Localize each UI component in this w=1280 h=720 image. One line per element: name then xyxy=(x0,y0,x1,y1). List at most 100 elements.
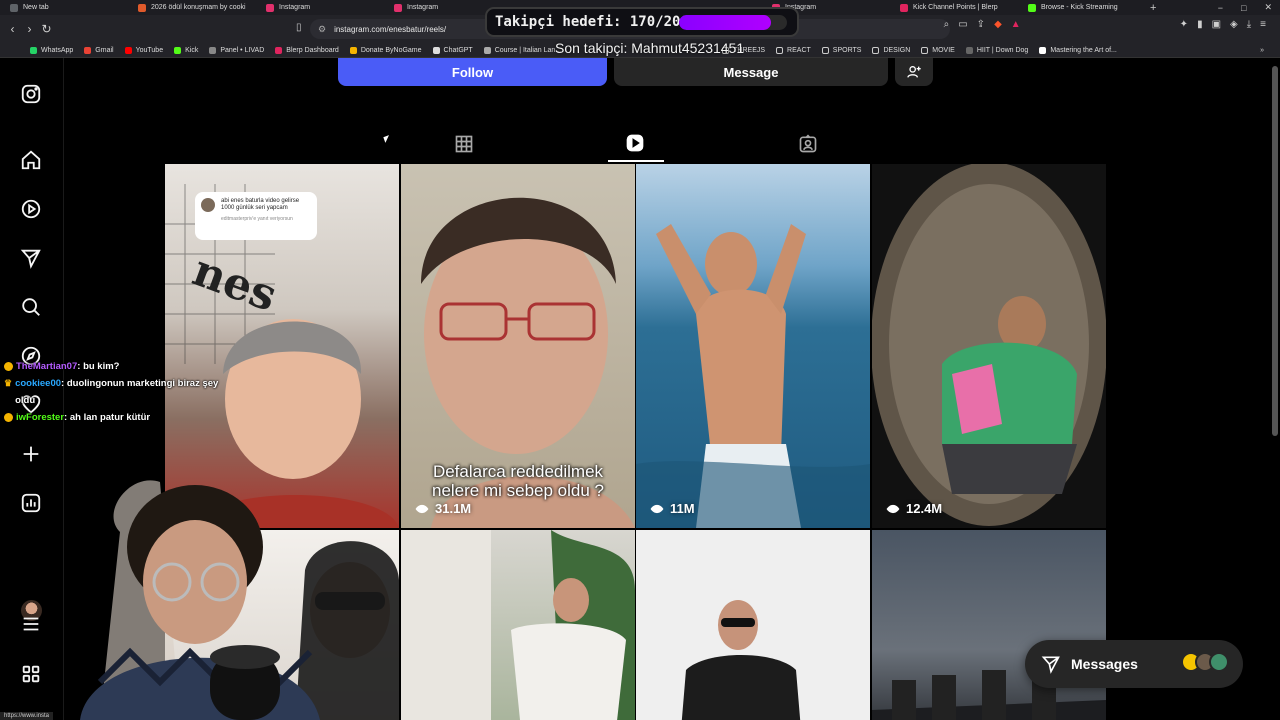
tab-favicon xyxy=(1028,3,1036,12)
bookmark-item[interactable]: Mastering the Art of... xyxy=(1039,46,1117,54)
blerp-icon xyxy=(275,46,283,54)
message-button[interactable]: Message xyxy=(614,58,888,86)
bookmark-item[interactable]: Course | Italian Lan... xyxy=(483,46,561,54)
webcam-image xyxy=(80,480,320,720)
tab-posts[interactable] xyxy=(454,134,476,156)
reel-caption: Defalarca reddedilmek nelere mi sebep ol… xyxy=(431,462,604,500)
page-scrollbar[interactable] xyxy=(1272,66,1278,436)
bookmark-item[interactable]: Donate ByNoGame xyxy=(349,46,422,54)
bookmark-folder[interactable]: REACT xyxy=(776,46,811,54)
sidebar-icon[interactable]: ▮ xyxy=(1197,19,1203,30)
grid-icon xyxy=(455,135,473,153)
create-icon[interactable] xyxy=(20,443,42,465)
folder-icon xyxy=(872,46,880,54)
bookmark-item[interactable]: WhatsApp xyxy=(30,46,73,54)
search-icon[interactable] xyxy=(20,296,42,318)
back-icon[interactable]: ‹ xyxy=(4,22,21,36)
view-count-text: 31.1M xyxy=(435,501,472,516)
site-settings-icon[interactable]: ⚙ xyxy=(318,24,326,35)
cast-icon[interactable]: ▭ xyxy=(958,19,967,30)
chat-message: TheMartian07: bu kim? xyxy=(4,358,229,375)
follower-goal-text: Takipçi hedefi: 170/200 xyxy=(495,14,689,30)
menu-icon[interactable]: ≡ xyxy=(1260,19,1266,30)
browser-tab-blerp[interactable]: Kick Channel Points | Blerp xyxy=(890,0,1018,15)
bookmark-item[interactable]: ChatGPT xyxy=(432,46,473,54)
url-text: instagram.com/enesbatur/reels/ xyxy=(334,24,447,34)
tab-tagged[interactable] xyxy=(798,134,820,156)
close-icon[interactable]: ✕ xyxy=(1264,2,1272,13)
bookmarks-overflow-icon[interactable]: » xyxy=(1260,47,1264,54)
svg-text:nes: nes xyxy=(186,245,283,322)
zoom-icon[interactable]: ⌕ xyxy=(944,19,950,30)
reel-thumbnail[interactable]: 11M xyxy=(636,164,870,528)
whatsapp-icon xyxy=(30,46,37,54)
reel-thumbnail[interactable] xyxy=(401,530,635,720)
warning-icon[interactable]: ▲ xyxy=(1011,19,1021,30)
instagram-logo-icon[interactable] xyxy=(20,83,42,105)
extension-puzzle-icon[interactable]: ✦ xyxy=(1180,19,1188,30)
tab-label: Kick Channel Points | Blerp xyxy=(913,4,998,11)
download-icon[interactable]: ⤓ xyxy=(1247,19,1251,30)
wallet-icon[interactable]: ▣ xyxy=(1212,19,1221,30)
active-tab-indicator xyxy=(608,160,664,162)
bookmark-label: SPORTS xyxy=(832,46,862,54)
reel-thumbnail[interactable]: Defalarca reddedilmek nelere mi sebep ol… xyxy=(401,164,635,528)
bookmark-label: MOVIE xyxy=(932,46,955,54)
bookmark-item[interactable]: Panel • LIVAD xyxy=(209,46,265,54)
bookmark-item[interactable]: Kick xyxy=(174,46,198,54)
bookmark-item[interactable]: YouTube xyxy=(124,46,163,54)
bookmark-item[interactable]: Blerp Dashboard xyxy=(275,46,339,54)
new-tab-button[interactable]: + xyxy=(1150,2,1156,14)
follow-button[interactable]: Follow xyxy=(338,58,607,86)
browser-tab-new[interactable]: New tab xyxy=(0,0,128,15)
chat-text: bu kim? xyxy=(83,361,120,372)
messages-dock[interactable]: Messages xyxy=(1025,640,1243,688)
suggested-users-button[interactable] xyxy=(895,58,933,86)
tab-favicon xyxy=(394,3,402,12)
tab-reels[interactable] xyxy=(625,133,647,155)
menu-icon[interactable] xyxy=(20,613,42,635)
brave-shield-icon[interactable]: ◆ xyxy=(994,19,1002,30)
reload-icon[interactable]: ↻ xyxy=(38,22,55,36)
reel-thumbnail[interactable] xyxy=(636,530,870,720)
bynogame-icon xyxy=(349,46,357,54)
gmail-icon xyxy=(84,46,92,54)
tab-favicon xyxy=(10,3,18,12)
commenter-avatar xyxy=(201,198,215,212)
bookmark-folder[interactable]: DESIGN xyxy=(872,46,910,54)
home-icon[interactable] xyxy=(20,149,42,171)
minimize-icon[interactable]: − xyxy=(1218,3,1223,13)
messages-label: Messages xyxy=(1071,656,1138,672)
maximize-icon[interactable]: □ xyxy=(1241,3,1246,13)
chat-username: TheMartian07 xyxy=(16,361,78,372)
tab-label: Instagram xyxy=(279,4,311,11)
bookmark-folder[interactable]: MOVIE xyxy=(921,46,955,54)
bookmark-label: HIIT | Down Dog xyxy=(976,46,1029,54)
share-icon[interactable]: ⇪ xyxy=(977,19,985,30)
chat-username: iwForester xyxy=(16,412,65,423)
bookmark-label: Panel • LIVAD xyxy=(220,46,265,54)
reels-icon[interactable] xyxy=(20,198,42,220)
chat-message: ♛ cookiee00: duolingonun marketingi bira… xyxy=(4,375,229,409)
browser-tab-award[interactable]: 2026 ödül konuşmam by cooki xyxy=(128,0,256,15)
bookmark-folder[interactable]: SPORTS xyxy=(821,46,862,54)
reel-thumbnail[interactable]: 12.4M xyxy=(872,164,1106,528)
follower-goal-progress xyxy=(679,15,787,30)
browser-tab-kick[interactable]: Browse - Kick Streaming xyxy=(1018,0,1146,15)
eye-icon xyxy=(886,504,900,513)
reel-image xyxy=(401,530,635,720)
more-apps-icon[interactable] xyxy=(20,663,42,685)
bookmark-item[interactable]: HIIT | Down Dog xyxy=(965,46,1029,54)
bookmark-item[interactable]: Gmail xyxy=(84,46,114,54)
course-icon xyxy=(483,46,491,54)
bookmark-label: REACT xyxy=(787,46,811,54)
eye-icon xyxy=(415,504,429,513)
send-icon[interactable] xyxy=(20,247,42,269)
bookmark-icon[interactable]: ▯ xyxy=(296,22,302,33)
dashboard-icon[interactable] xyxy=(20,492,42,514)
reel-image xyxy=(872,164,1106,526)
browser-tab-instagram-1[interactable]: Instagram xyxy=(256,0,384,15)
vpn-icon[interactable]: ◈ xyxy=(1230,19,1238,30)
forward-icon[interactable]: › xyxy=(21,22,38,36)
reel-thumbnail[interactable] xyxy=(872,530,1106,720)
